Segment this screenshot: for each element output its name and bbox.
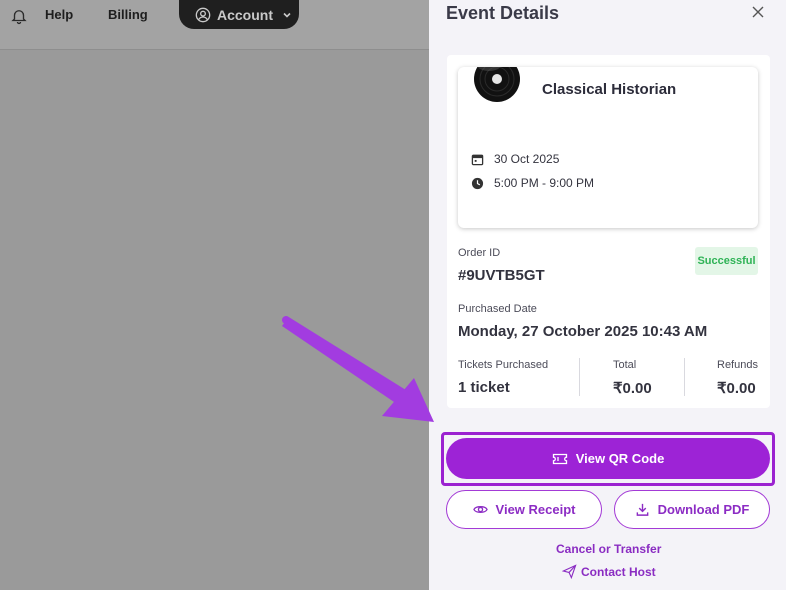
top-navigation-bar: Help Billing Account [0, 0, 430, 50]
purchased-date-label: Purchased Date [458, 303, 537, 315]
event-name: Classical Historian [542, 81, 677, 98]
send-icon [562, 564, 577, 579]
event-time: 5:00 PM - 9:00 PM [494, 176, 595, 190]
purchased-date-value: Monday, 27 October 2025 10:43 AM [458, 323, 708, 340]
view-receipt-button[interactable]: View Receipt [446, 490, 602, 529]
status-badge: Successful [695, 247, 758, 275]
account-label: Account [217, 6, 273, 23]
refunds-value: ₹0.00 [717, 380, 756, 397]
calendar-icon [471, 154, 484, 165]
ticket-icon [552, 453, 567, 464]
clock-icon [471, 177, 484, 189]
download-pdf-button[interactable]: Download PDF [614, 490, 770, 529]
download-icon [636, 503, 648, 516]
billing-link[interactable]: Billing [108, 7, 148, 22]
event-date-row: 30 Oct 2025 [471, 152, 559, 166]
event-date: 30 Oct 2025 [494, 152, 560, 166]
bell-icon[interactable] [10, 7, 28, 25]
tickets-purchased-value: 1 ticket [458, 379, 510, 396]
contact-host-label: Contact Host [581, 564, 656, 579]
event-card[interactable]: Classical Historian 30 Oct 2025 5:00 PM … [458, 67, 758, 228]
vinyl-record-image [474, 67, 520, 102]
divider [579, 358, 580, 396]
total-label: Total [613, 359, 637, 371]
help-link[interactable]: Help [45, 7, 73, 22]
annotation-arrow-icon [282, 316, 434, 422]
eye-icon [472, 506, 488, 513]
total-value: ₹0.00 [613, 380, 652, 397]
divider [684, 358, 685, 396]
cancel-or-transfer-link[interactable]: Cancel or Transfer [556, 542, 661, 556]
order-summary-card: Classical Historian 30 Oct 2025 5:00 PM … [447, 55, 770, 408]
cancel-or-transfer-label: Cancel or Transfer [556, 542, 662, 556]
view-qr-code-label: View QR Code [575, 451, 665, 466]
order-id-label: Order ID [458, 247, 501, 259]
contact-host-link[interactable]: Contact Host [562, 564, 656, 579]
event-details-panel: Event Details Classical Historian 30 Oct… [429, 0, 786, 590]
view-receipt-label: View Receipt [495, 502, 576, 517]
account-menu-button[interactable]: Account [179, 0, 299, 29]
view-qr-code-button[interactable]: View QR Code [446, 438, 770, 479]
refunds-label: Refunds [717, 359, 758, 371]
tickets-purchased-label: Tickets Purchased [458, 359, 549, 371]
event-time-row: 5:00 PM - 9:00 PM [471, 176, 594, 190]
close-icon[interactable] [751, 5, 765, 19]
chevron-down-icon [283, 12, 291, 18]
order-id-value: #9UVTB5GT [458, 267, 545, 284]
panel-title: Event Details [446, 3, 560, 23]
user-circle-icon [195, 7, 211, 22]
download-pdf-label: Download PDF [657, 502, 750, 517]
